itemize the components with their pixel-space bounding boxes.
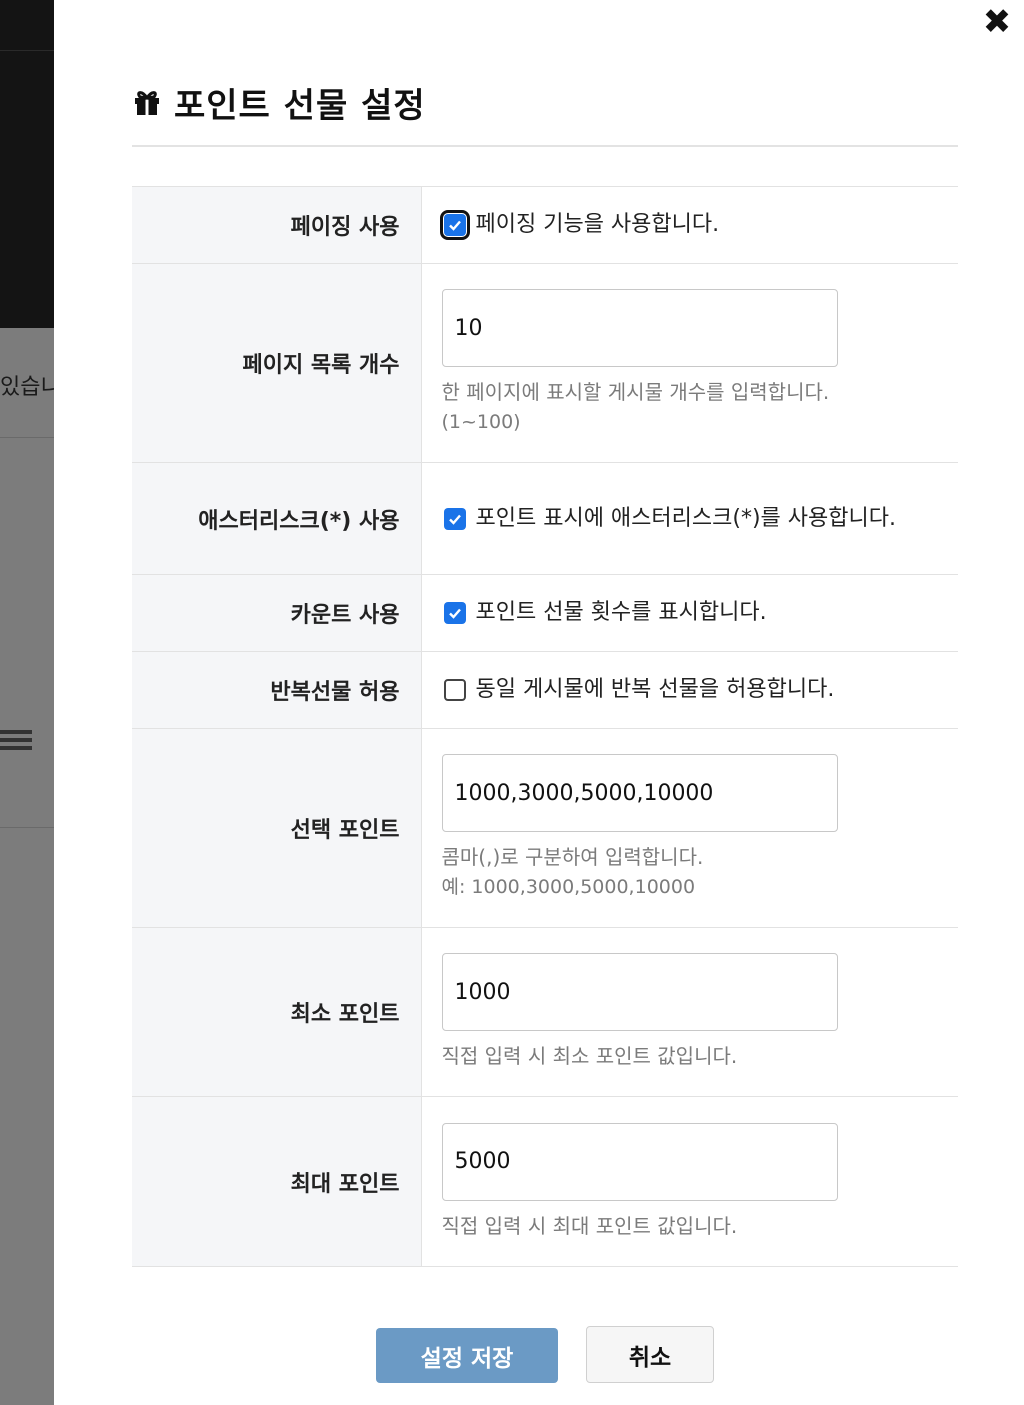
min-point-help: 직접 입력 시 최소 포인트 값입니다. (441, 1044, 738, 1068)
point-gift-settings-modal: ✖ 포인트 선물 설정 페이징 사용 페이징 기능을 사용합니다. 페이지 목록… (54, 0, 1024, 1405)
title-divider (132, 145, 958, 147)
background-overlay (0, 328, 54, 1405)
cancel-button[interactable]: 취소 (586, 1326, 714, 1383)
background-divider (0, 437, 54, 438)
repeat-checkbox[interactable] (443, 679, 466, 701)
repeat-label: 반복선물 허용 (132, 651, 422, 729)
form-row-page-count: 페이지 목록 개수 10 한 페이지에 표시할 게시물 개수를 입력합니다. (… (132, 263, 959, 463)
modal-header: 포인트 선물 설정 (132, 80, 426, 126)
background-partial-text: 있습니 (0, 375, 54, 400)
form-row-repeat: 반복선물 허용 동일 게시물에 반복 선물을 허용합니다. (132, 651, 958, 729)
page-count-range: (1~100) (441, 411, 521, 433)
settings-form: 페이징 사용 페이징 기능을 사용합니다. 페이지 목록 개수 10 한 페이지… (132, 186, 958, 1267)
page-count-help: 한 페이지에 표시할 게시물 개수를 입력합니다. (1~100) (442, 377, 959, 437)
background-divider (0, 827, 54, 828)
select-points-input[interactable]: 1000,3000,5000,10000 (441, 754, 838, 832)
count-label: 카운트 사용 (132, 574, 422, 652)
asterisk-checkbox-label[interactable]: 포인트 표시에 애스터리스크(*)를 사용합니다. (476, 502, 896, 536)
select-points-label: 선택 포인트 (132, 728, 422, 928)
form-row-min-point: 최소 포인트 1000 직접 입력 시 최소 포인트 값입니다. (132, 927, 958, 1097)
form-row-asterisk: 애스터리스크(*) 사용 포인트 표시에 애스터리스크(*)를 사용합니다. (132, 462, 958, 575)
max-point-help: 직접 입력 시 최대 포인트 값입니다. (441, 1213, 738, 1238)
select-points-help: 콤마(,)로 구분하여 입력합니다. 예: 1000,3000,5000,100… (442, 842, 959, 902)
form-row-select-points: 선택 포인트 1000,3000,5000,10000 콤마(,)로 구분하여 … (132, 728, 959, 928)
min-point-label: 최소 포인트 (132, 927, 422, 1097)
gift-icon (135, 91, 159, 115)
page-title: 포인트 선물 설정 (174, 85, 426, 126)
form-row-paging: 페이징 사용 페이징 기능을 사용합니다. (132, 186, 958, 264)
min-point-input[interactable]: 1000 (441, 953, 838, 1031)
asterisk-label: 애스터리스크(*) 사용 (132, 462, 422, 575)
page-count-help-text: 한 페이지에 표시할 게시물 개수를 입력합니다. (441, 380, 830, 404)
count-checkbox-label[interactable]: 포인트 선물 횟수를 표시합니다. (476, 596, 767, 630)
background-divider (0, 50, 54, 51)
select-points-help-text: 콤마(,)로 구분하여 입력합니다. (441, 845, 704, 869)
save-button[interactable]: 설정 저장 (376, 1328, 558, 1383)
paging-checkbox-label[interactable]: 페이징 기능을 사용합니다. (476, 208, 720, 242)
select-points-example: 예: 1000,3000,5000,10000 (441, 876, 696, 898)
paging-label: 페이징 사용 (132, 186, 422, 264)
paging-checkbox[interactable] (439, 210, 470, 240)
page-count-label: 페이지 목록 개수 (132, 263, 422, 463)
page-count-input[interactable]: 10 (441, 289, 838, 367)
form-row-count: 카운트 사용 포인트 선물 횟수를 표시합니다. (132, 574, 958, 652)
list-icon (0, 730, 32, 758)
max-point-label: 최대 포인트 (132, 1096, 422, 1267)
form-row-max-point: 최대 포인트 5000 직접 입력 시 최대 포인트 값입니다. (132, 1096, 958, 1267)
max-point-input[interactable]: 5000 (441, 1122, 838, 1201)
repeat-checkbox-label[interactable]: 동일 게시물에 반복 선물을 허용합니다. (476, 673, 835, 707)
count-checkbox[interactable] (443, 602, 466, 624)
close-icon[interactable]: ✖ (977, 2, 1017, 42)
asterisk-checkbox[interactable] (443, 507, 466, 530)
